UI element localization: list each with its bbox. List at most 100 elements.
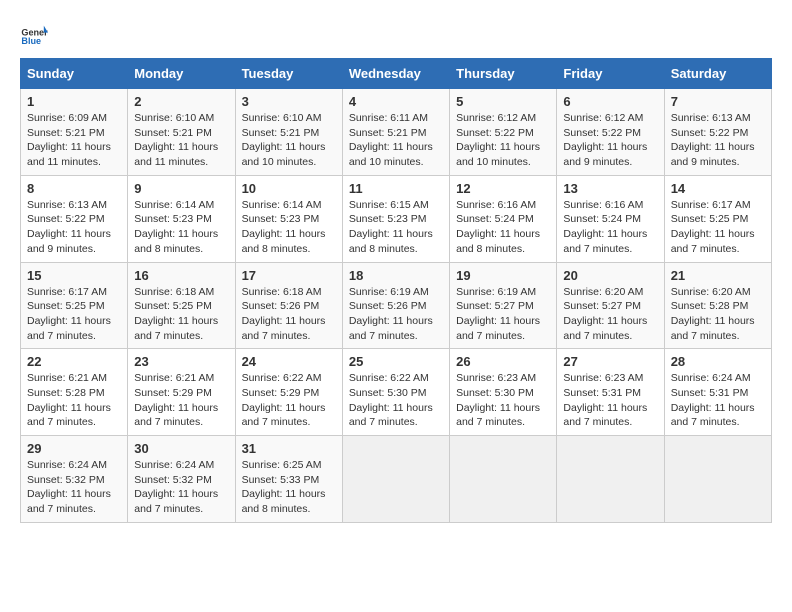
day-of-week-header: Thursday — [450, 59, 557, 89]
day-number: 3 — [242, 94, 336, 109]
calendar-cell: 14Sunrise: 6:17 AMSunset: 5:25 PMDayligh… — [664, 175, 771, 262]
calendar-cell: 8Sunrise: 6:13 AMSunset: 5:22 PMDaylight… — [21, 175, 128, 262]
day-number: 23 — [134, 354, 228, 369]
day-sun-info: Sunrise: 6:10 AMSunset: 5:21 PMDaylight:… — [134, 111, 228, 170]
day-number: 25 — [349, 354, 443, 369]
day-sun-info: Sunrise: 6:20 AMSunset: 5:27 PMDaylight:… — [563, 285, 657, 344]
day-sun-info: Sunrise: 6:18 AMSunset: 5:25 PMDaylight:… — [134, 285, 228, 344]
day-sun-info: Sunrise: 6:21 AMSunset: 5:29 PMDaylight:… — [134, 371, 228, 430]
day-number: 17 — [242, 268, 336, 283]
day-of-week-header: Saturday — [664, 59, 771, 89]
day-number: 28 — [671, 354, 765, 369]
day-number: 18 — [349, 268, 443, 283]
calendar-week-row: 29 Sunrise: 6:24 AMSunset: 5:32 PMDayligh… — [21, 436, 772, 523]
day-number: 14 — [671, 181, 765, 196]
day-sun-info: Sunrise: 6:14 AMSunset: 5:23 PMDaylight:… — [242, 198, 336, 257]
calendar-cell — [557, 436, 664, 523]
calendar-cell: 11 Sunrise: 6:15 AMSunset: 5:23 PMDayligh… — [342, 175, 449, 262]
calendar-cell: 31Sunrise: 6:25 AMSunset: 5:33 PMDayligh… — [235, 436, 342, 523]
calendar-table: SundayMondayTuesdayWednesdayThursdayFrid… — [20, 58, 772, 523]
day-number: 10 — [242, 181, 336, 196]
day-number: 5 — [456, 94, 550, 109]
day-sun-info: Sunrise: 6:16 AMSunset: 5:24 PMDaylight:… — [563, 198, 657, 257]
calendar-cell: 30 Sunrise: 6:24 AMSunset: 5:32 PMDayligh… — [128, 436, 235, 523]
calendar-week-row: 8Sunrise: 6:13 AMSunset: 5:22 PMDaylight… — [21, 175, 772, 262]
day-number: 2 — [134, 94, 228, 109]
day-of-week-header: Wednesday — [342, 59, 449, 89]
calendar-header: SundayMondayTuesdayWednesdayThursdayFrid… — [21, 59, 772, 89]
calendar-cell: 29 Sunrise: 6:24 AMSunset: 5:32 PMDayligh… — [21, 436, 128, 523]
day-number: 20 — [563, 268, 657, 283]
days-of-week-row: SundayMondayTuesdayWednesdayThursdayFrid… — [21, 59, 772, 89]
calendar-cell: 3 Sunrise: 6:10 AMSunset: 5:21 PMDaylight… — [235, 89, 342, 176]
calendar-cell: 19 Sunrise: 6:19 AMSunset: 5:27 PMDayligh… — [450, 262, 557, 349]
day-sun-info: Sunrise: 6:24 AMSunset: 5:31 PMDaylight:… — [671, 371, 765, 430]
day-of-week-header: Monday — [128, 59, 235, 89]
calendar-week-row: 22Sunrise: 6:21 AMSunset: 5:28 PMDayligh… — [21, 349, 772, 436]
logo: General Blue — [20, 20, 48, 48]
day-sun-info: Sunrise: 6:25 AMSunset: 5:33 PMDaylight:… — [242, 458, 336, 517]
day-sun-info: Sunrise: 6:12 AMSunset: 5:22 PMDaylight:… — [563, 111, 657, 170]
day-sun-info: Sunrise: 6:22 AMSunset: 5:29 PMDaylight:… — [242, 371, 336, 430]
calendar-cell: 6 Sunrise: 6:12 AMSunset: 5:22 PMDaylight… — [557, 89, 664, 176]
day-sun-info: Sunrise: 6:14 AMSunset: 5:23 PMDaylight:… — [134, 198, 228, 257]
day-number: 19 — [456, 268, 550, 283]
day-number: 4 — [349, 94, 443, 109]
day-number: 9 — [134, 181, 228, 196]
calendar-week-row: 15 Sunrise: 6:17 AMSunset: 5:25 PMDayligh… — [21, 262, 772, 349]
calendar-cell: 20 Sunrise: 6:20 AMSunset: 5:27 PMDayligh… — [557, 262, 664, 349]
day-of-week-header: Tuesday — [235, 59, 342, 89]
day-number: 30 — [134, 441, 228, 456]
day-sun-info: Sunrise: 6:23 AMSunset: 5:30 PMDaylight:… — [456, 371, 550, 430]
day-number: 7 — [671, 94, 765, 109]
day-number: 1 — [27, 94, 121, 109]
day-number: 13 — [563, 181, 657, 196]
calendar-cell: 4 Sunrise: 6:11 AMSunset: 5:21 PMDaylight… — [342, 89, 449, 176]
day-sun-info: Sunrise: 6:09 AMSunset: 5:21 PMDaylight:… — [27, 111, 121, 170]
day-number: 29 — [27, 441, 121, 456]
svg-text:Blue: Blue — [21, 36, 41, 46]
calendar-cell: 17 Sunrise: 6:18 AMSunset: 5:26 PMDayligh… — [235, 262, 342, 349]
day-number: 16 — [134, 268, 228, 283]
day-sun-info: Sunrise: 6:24 AMSunset: 5:32 PMDaylight:… — [27, 458, 121, 517]
calendar-cell: 13 Sunrise: 6:16 AMSunset: 5:24 PMDayligh… — [557, 175, 664, 262]
general-blue-icon: General Blue — [20, 20, 48, 48]
page-header: General Blue — [20, 20, 772, 48]
day-of-week-header: Friday — [557, 59, 664, 89]
calendar-cell: 27 Sunrise: 6:23 AMSunset: 5:31 PMDayligh… — [557, 349, 664, 436]
calendar-cell: 26 Sunrise: 6:23 AMSunset: 5:30 PMDayligh… — [450, 349, 557, 436]
day-of-week-header: Sunday — [21, 59, 128, 89]
day-number: 11 — [349, 181, 443, 196]
day-sun-info: Sunrise: 6:19 AMSunset: 5:26 PMDaylight:… — [349, 285, 443, 344]
day-sun-info: Sunrise: 6:20 AMSunset: 5:28 PMDaylight:… — [671, 285, 765, 344]
calendar-cell: 25Sunrise: 6:22 AMSunset: 5:30 PMDayligh… — [342, 349, 449, 436]
day-sun-info: Sunrise: 6:16 AMSunset: 5:24 PMDaylight:… — [456, 198, 550, 257]
calendar-body: 1 Sunrise: 6:09 AMSunset: 5:21 PMDaylight… — [21, 89, 772, 523]
day-sun-info: Sunrise: 6:24 AMSunset: 5:32 PMDaylight:… — [134, 458, 228, 517]
day-sun-info: Sunrise: 6:10 AMSunset: 5:21 PMDaylight:… — [242, 111, 336, 170]
day-sun-info: Sunrise: 6:15 AMSunset: 5:23 PMDaylight:… — [349, 198, 443, 257]
day-sun-info: Sunrise: 6:17 AMSunset: 5:25 PMDaylight:… — [27, 285, 121, 344]
day-sun-info: Sunrise: 6:13 AMSunset: 5:22 PMDaylight:… — [671, 111, 765, 170]
calendar-cell: 10 Sunrise: 6:14 AMSunset: 5:23 PMDayligh… — [235, 175, 342, 262]
day-sun-info: Sunrise: 6:21 AMSunset: 5:28 PMDaylight:… — [27, 371, 121, 430]
calendar-cell: 28 Sunrise: 6:24 AMSunset: 5:31 PMDayligh… — [664, 349, 771, 436]
calendar-cell: 2 Sunrise: 6:10 AMSunset: 5:21 PMDaylight… — [128, 89, 235, 176]
calendar-cell: 12Sunrise: 6:16 AMSunset: 5:24 PMDayligh… — [450, 175, 557, 262]
day-number: 15 — [27, 268, 121, 283]
day-sun-info: Sunrise: 6:18 AMSunset: 5:26 PMDaylight:… — [242, 285, 336, 344]
day-sun-info: Sunrise: 6:13 AMSunset: 5:22 PMDaylight:… — [27, 198, 121, 257]
day-sun-info: Sunrise: 6:19 AMSunset: 5:27 PMDaylight:… — [456, 285, 550, 344]
calendar-cell: 7 Sunrise: 6:13 AMSunset: 5:22 PMDaylight… — [664, 89, 771, 176]
calendar-cell — [450, 436, 557, 523]
calendar-cell: 5 Sunrise: 6:12 AMSunset: 5:22 PMDaylight… — [450, 89, 557, 176]
day-sun-info: Sunrise: 6:23 AMSunset: 5:31 PMDaylight:… — [563, 371, 657, 430]
calendar-cell: 9 Sunrise: 6:14 AMSunset: 5:23 PMDaylight… — [128, 175, 235, 262]
day-sun-info: Sunrise: 6:11 AMSunset: 5:21 PMDaylight:… — [349, 111, 443, 170]
day-number: 26 — [456, 354, 550, 369]
calendar-cell: 24Sunrise: 6:22 AMSunset: 5:29 PMDayligh… — [235, 349, 342, 436]
day-sun-info: Sunrise: 6:12 AMSunset: 5:22 PMDaylight:… — [456, 111, 550, 170]
day-number: 27 — [563, 354, 657, 369]
day-number: 21 — [671, 268, 765, 283]
day-number: 6 — [563, 94, 657, 109]
